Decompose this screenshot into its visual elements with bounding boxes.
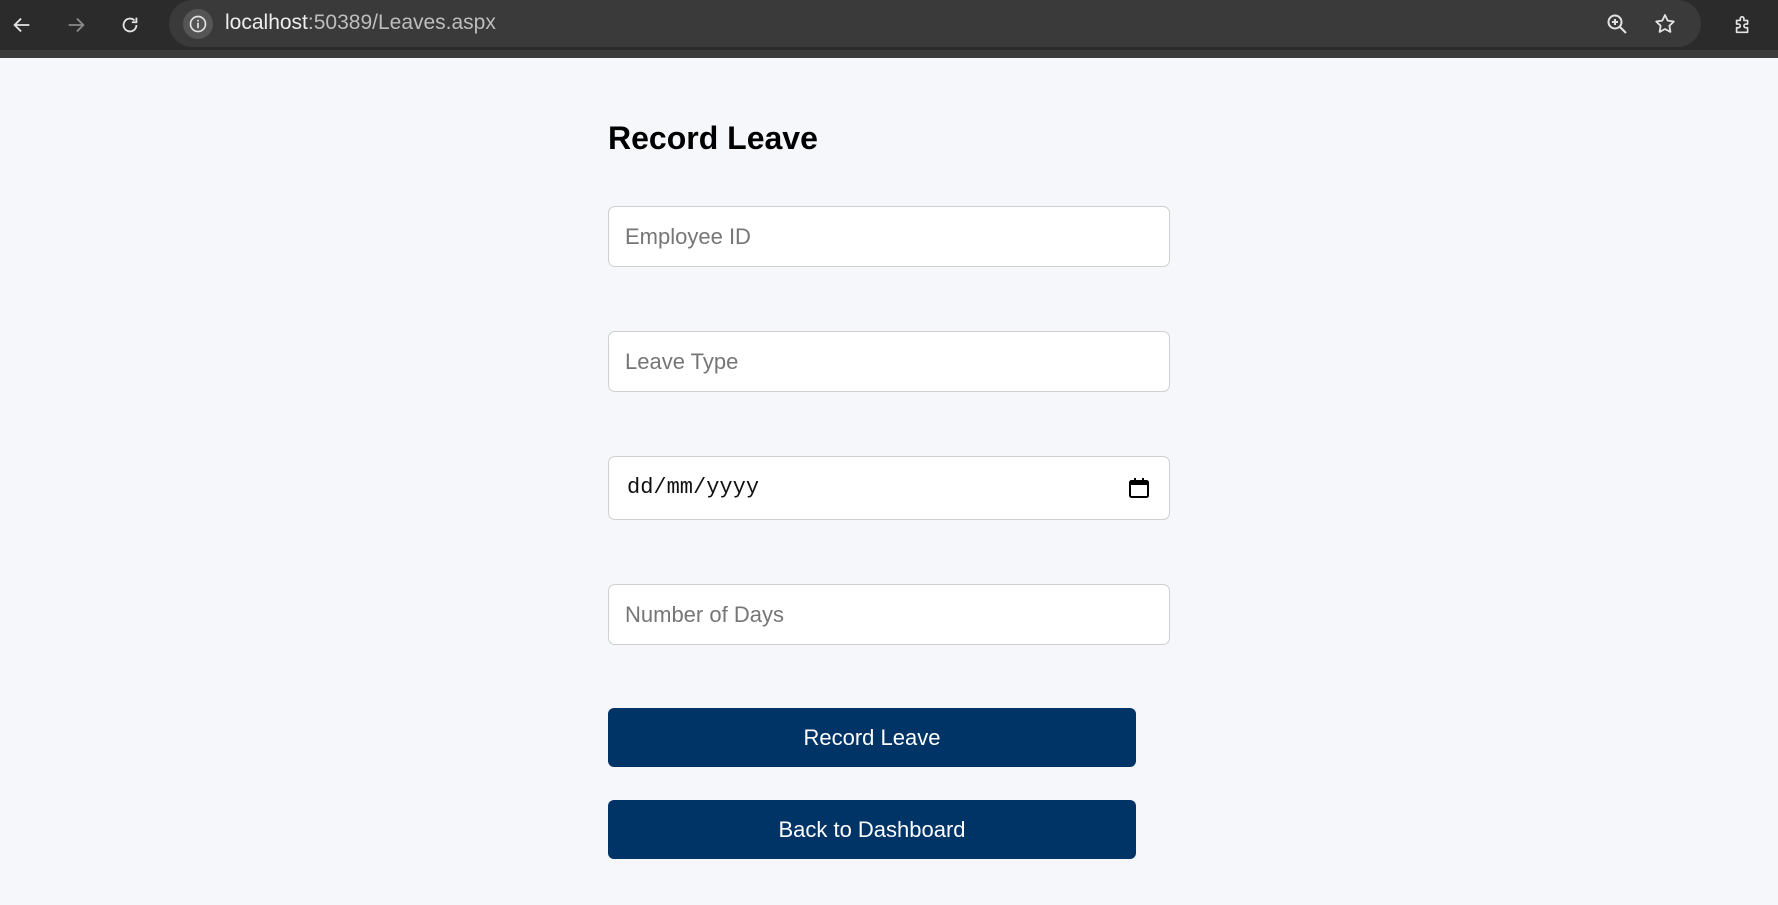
calendar-icon[interactable] xyxy=(1127,476,1151,500)
browser-chrome: localhost:50389/Leaves.aspx xyxy=(0,0,1778,58)
arrow-right-icon xyxy=(68,17,85,33)
star-icon xyxy=(1655,14,1675,33)
info-icon xyxy=(189,15,207,33)
page-title: Record Leave xyxy=(608,120,818,156)
puzzle-icon xyxy=(1735,15,1749,34)
forward-button[interactable] xyxy=(59,8,93,42)
reload-icon xyxy=(122,17,138,33)
back-button[interactable] xyxy=(5,8,39,42)
leave-type-input[interactable] xyxy=(608,331,1170,392)
zoom-button[interactable] xyxy=(1601,8,1633,40)
back-to-dashboard-button[interactable]: Back to Dashboard xyxy=(608,800,1136,859)
arrow-left-icon xyxy=(13,17,30,33)
employee-id-input[interactable] xyxy=(608,206,1170,267)
extensions-button[interactable] xyxy=(1726,8,1760,42)
address-bar[interactable]: localhost:50389/Leaves.aspx xyxy=(169,0,1701,47)
url-host: localhost xyxy=(225,11,308,34)
date-placeholder: dd/mm/yyyy xyxy=(627,475,760,500)
zoom-in-icon xyxy=(1607,14,1627,34)
number-of-days-input[interactable] xyxy=(608,584,1170,645)
reload-button[interactable] xyxy=(113,8,147,42)
leave-date-input[interactable]: dd/mm/yyyy xyxy=(608,456,1170,520)
bookmark-button[interactable] xyxy=(1649,8,1681,40)
site-info-button[interactable] xyxy=(183,9,213,39)
url-path: :50389/Leaves.aspx xyxy=(307,11,496,34)
browser-toolbar: localhost:50389/Leaves.aspx xyxy=(0,0,1778,50)
record-leave-button[interactable]: Record Leave xyxy=(608,708,1136,767)
address-url: localhost:50389/Leaves.aspx xyxy=(225,11,496,35)
